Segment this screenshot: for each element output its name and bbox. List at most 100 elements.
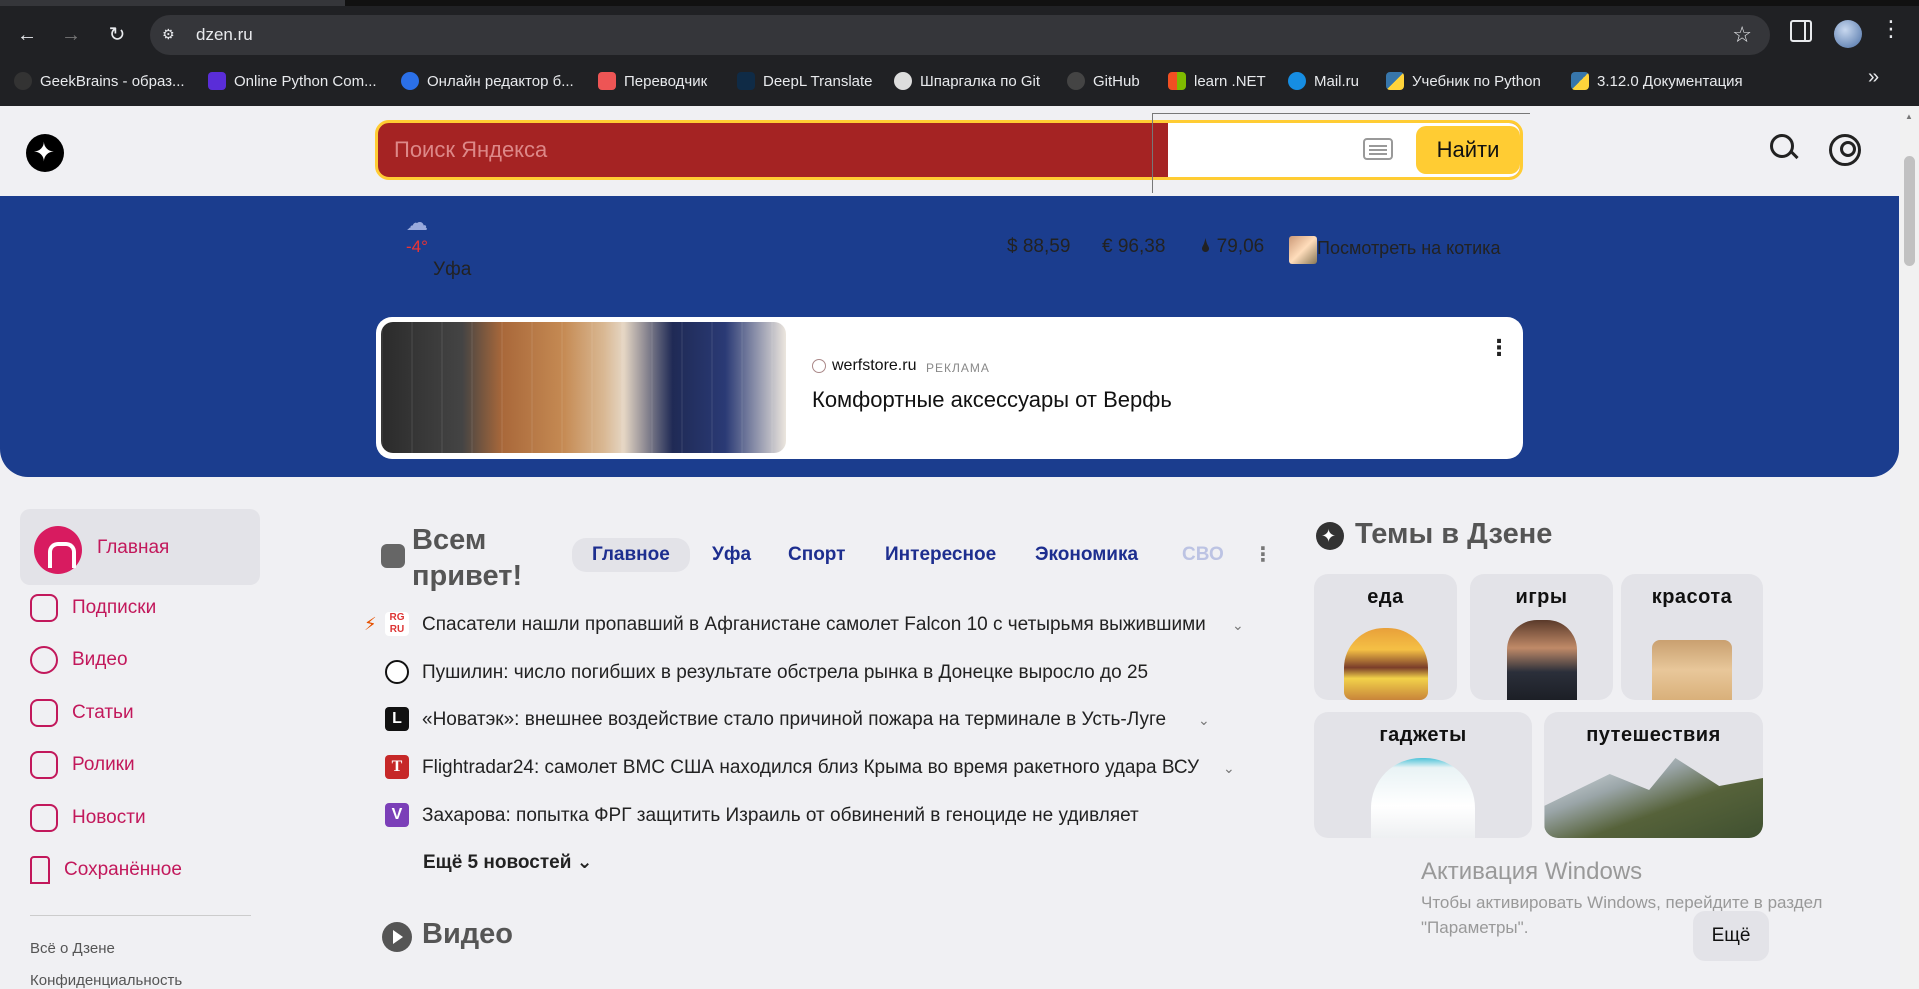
sidenav-item-news[interactable]: Новости: [30, 804, 146, 832]
usd-rate[interactable]: $ 88,59: [1007, 236, 1070, 258]
home-icon: [34, 526, 82, 574]
cat-thumbnail[interactable]: [1289, 236, 1317, 264]
bookmark-icon: [208, 72, 226, 90]
bookmark-translator[interactable]: Переводчик: [598, 70, 707, 92]
ad-source-icon: [812, 359, 826, 373]
news-headline[interactable]: Пушилин: число погибших в результате обс…: [422, 662, 1148, 684]
chevron-down-icon[interactable]: ⌄: [1198, 712, 1210, 729]
search-icon[interactable]: [1770, 134, 1800, 164]
cat-link[interactable]: Посмотреть на котика: [1317, 238, 1500, 259]
theme-card-gadgets[interactable]: гаджеты: [1314, 712, 1532, 838]
bookmarks-overflow-icon[interactable]: »: [1868, 66, 1879, 89]
bookmark-online-python[interactable]: Online Python Com...: [208, 70, 377, 92]
bookmark-python-docs[interactable]: 3.12.0 Документация: [1571, 70, 1743, 92]
eur-rate[interactable]: € 96,38: [1102, 236, 1165, 258]
bookmark-label: GeekBrains - образ...: [40, 72, 185, 90]
news-headline[interactable]: «Новатэк»: внешнее воздействие стало при…: [422, 709, 1166, 731]
sidenav-item-subscriptions[interactable]: Подписки: [30, 594, 156, 622]
sidenav-item-shorts[interactable]: Ролики: [30, 751, 135, 779]
scrollbar-thumb[interactable]: [1904, 156, 1915, 266]
bookmark-label: Учебник по Python: [1412, 72, 1541, 90]
sidenav-label: Видео: [72, 649, 128, 670]
dzen-page: Найти ☁ -4° Уфа $ 88,59 € 96,38 🌢 79,06 …: [0, 106, 1900, 989]
tab-sport[interactable]: Спорт: [768, 538, 865, 572]
profile-avatar[interactable]: [1834, 20, 1862, 48]
bookmarks-bar: GeekBrains - образ... Online Python Com.…: [0, 66, 1919, 96]
privacy-link[interactable]: Конфиденциальность: [30, 972, 182, 989]
page-scrollbar[interactable]: ▲: [1900, 106, 1919, 989]
city-name[interactable]: Уфа: [433, 259, 471, 281]
bookmark-github[interactable]: GitHub: [1067, 70, 1140, 92]
more-options-icon[interactable]: ⋮: [1488, 335, 1510, 361]
trending-icon: ⚡: [364, 614, 377, 634]
greeting-icon: [381, 544, 405, 568]
more-news-button[interactable]: Ещё 5 новостей ⌄: [423, 851, 593, 874]
chevron-down-icon[interactable]: ⌄: [1232, 617, 1244, 634]
browser-menu-icon[interactable]: ⋮: [1880, 16, 1902, 42]
tab-ufa[interactable]: Уфа: [692, 538, 771, 572]
source-icon: RG RU: [385, 612, 409, 636]
about-dzen-link[interactable]: Всё о Дзене: [30, 940, 115, 957]
theme-card-beauty[interactable]: красота: [1621, 574, 1763, 700]
bookmark-label: Online Python Com...: [234, 72, 377, 90]
active-tab[interactable]: [0, 0, 345, 6]
bookmark-star-icon[interactable]: ☆: [1732, 22, 1752, 48]
ad-domain[interactable]: werfstore.ru: [832, 357, 916, 375]
side-panel-icon[interactable]: [1790, 20, 1812, 42]
reload-icon[interactable]: ↻: [100, 18, 134, 52]
forward-icon[interactable]: →: [54, 18, 88, 52]
video-icon: [30, 646, 58, 674]
bookmark-icon: [894, 72, 912, 90]
ad-title[interactable]: Комфортные аксессуары от Верфь: [812, 387, 1172, 413]
snow-cloud-icon: ☁: [406, 210, 428, 235]
url-text[interactable]: dzen.ru: [196, 25, 253, 45]
theme-card-food[interactable]: еда: [1314, 574, 1457, 700]
bookmark-label: DeepL Translate: [763, 72, 873, 90]
bookmark-geekbrains[interactable]: GeekBrains - образ...: [14, 70, 185, 92]
sidenav-item-articles[interactable]: Статьи: [30, 699, 134, 727]
temperature[interactable]: -4°: [406, 237, 428, 257]
bookmark-online-editor[interactable]: Онлайн редактор б...: [401, 70, 574, 92]
tab-svo[interactable]: СВО: [1162, 538, 1244, 572]
tabs-more-icon[interactable]: ⋮: [1253, 542, 1273, 567]
news-headline[interactable]: Захарова: попытка ФРГ защитить Израиль о…: [422, 805, 1139, 827]
bookmark-deepl[interactable]: DeepL Translate: [737, 70, 873, 92]
ad-card[interactable]: werfstore.ru РЕКЛАМА Комфортные аксессуа…: [376, 317, 1523, 459]
back-icon[interactable]: ←: [10, 18, 44, 52]
bookmark-python-tutorial[interactable]: Учебник по Python: [1386, 70, 1541, 92]
ad-image[interactable]: [381, 322, 786, 453]
sidenav-item-video[interactable]: Видео: [30, 646, 128, 674]
mailru-icon: [1288, 72, 1306, 90]
ad-label: РЕКЛАМА: [926, 361, 990, 375]
user-icon[interactable]: [1829, 134, 1861, 166]
tab-interesting[interactable]: Интересное: [865, 538, 1016, 572]
site-info-icon[interactable]: ⚙: [162, 26, 180, 44]
bookmark-label: Шпаргалка по Git: [920, 72, 1040, 90]
tab-economy[interactable]: Экономика: [1015, 538, 1158, 572]
video-section-title: Видео: [422, 918, 514, 950]
bookmark-learn-dotnet[interactable]: learn .NET: [1168, 70, 1266, 92]
news-headline[interactable]: Спасатели нашли пропавший в Афганистане …: [422, 614, 1206, 636]
windows-activation-title: Активация Windows: [1421, 858, 1643, 885]
oil-price[interactable]: 🌢 79,06: [1200, 236, 1264, 258]
theme-card-games[interactable]: игры: [1470, 574, 1613, 700]
bookmark-git-cheatsheet[interactable]: Шпаргалка по Git: [894, 70, 1040, 92]
source-icon: T: [385, 755, 409, 779]
windows-activation-text: Чтобы активировать Windows, перейдите в …: [1421, 893, 1823, 937]
themes-more-button[interactable]: Ещё: [1693, 911, 1769, 961]
site-header: Найти: [0, 106, 1900, 196]
theme-label: красота: [1651, 586, 1733, 608]
sidenav-home-label[interactable]: Главная: [97, 537, 169, 559]
search-input[interactable]: [378, 123, 1158, 177]
address-bar[interactable]: ⚙ dzen.ru ☆: [150, 15, 1770, 55]
bookmark-label: learn .NET: [1194, 72, 1266, 90]
dzen-logo[interactable]: [26, 134, 64, 172]
bookmark-mailru[interactable]: Mail.ru: [1288, 70, 1359, 92]
news-headline[interactable]: Flightradar24: самолет ВМС США находился…: [422, 757, 1199, 779]
sidenav-item-saved[interactable]: Сохранённое: [30, 856, 182, 884]
chevron-down-icon[interactable]: ⌄: [1223, 760, 1235, 777]
tab-main[interactable]: Главное: [572, 538, 690, 572]
scroll-up-icon[interactable]: ▲: [1905, 112, 1913, 121]
theme-card-travel[interactable]: путешествия: [1544, 712, 1763, 838]
bookmark-label: GitHub: [1093, 72, 1140, 90]
